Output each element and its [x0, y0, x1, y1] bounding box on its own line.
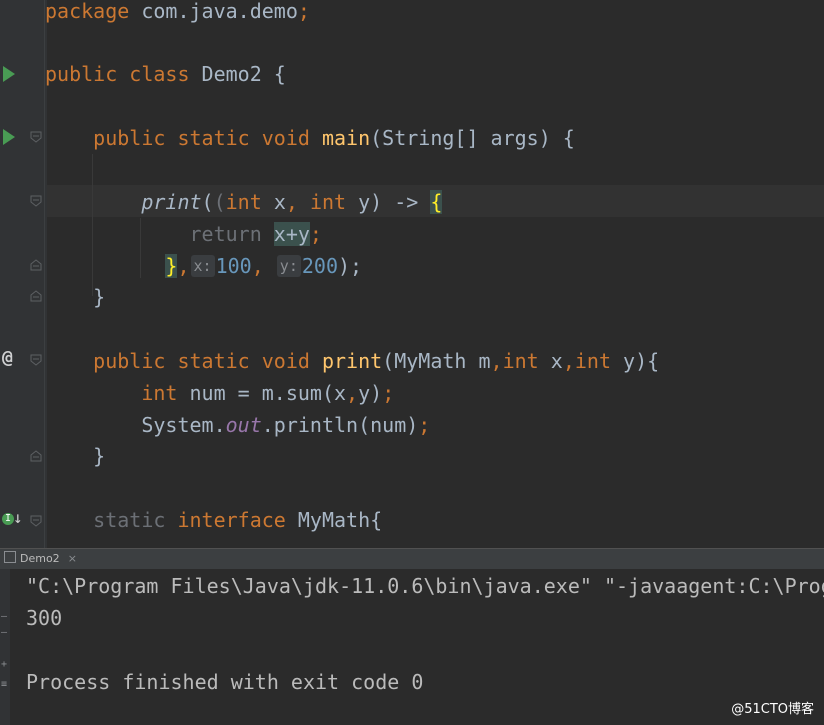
code-token: static — [45, 508, 178, 532]
code-token: int — [502, 349, 551, 373]
code-token: ( — [201, 190, 214, 214]
console-line-command: "C:\Program Files\Java\jdk-11.0.6\bin\ja… — [26, 574, 824, 598]
code-token: print — [321, 349, 383, 373]
code-token: public class — [45, 62, 202, 86]
run-config-icon — [4, 551, 16, 563]
code-token: x+y — [273, 222, 310, 246]
code-token: y) -> — [358, 190, 431, 214]
code-line[interactable]: public class Demo2 { — [45, 58, 286, 90]
code-line[interactable]: }, x: 100, y: 200); — [45, 250, 362, 282]
fold-minus-icon[interactable] — [30, 195, 42, 207]
code-token: (MyMath m — [382, 349, 491, 373]
code-token: ; — [382, 381, 395, 405]
code-line[interactable]: static interface MyMath{ — [45, 504, 382, 536]
code-token: main — [321, 126, 371, 150]
code-token: x — [273, 190, 286, 214]
code-line[interactable]: public static void print(MyMath m,int x,… — [45, 345, 659, 377]
code-token: (String[] args) { — [370, 126, 575, 150]
code-token: y){ — [623, 349, 660, 373]
code-token: , — [177, 254, 190, 278]
console-output[interactable]: — — + ≡ "C:\Program Files\Java\jdk-11.0.… — [0, 569, 824, 725]
code-token: 200 — [301, 254, 338, 278]
code-token: { — [430, 190, 443, 214]
code-token: print — [141, 190, 202, 214]
code-token: int — [574, 349, 624, 373]
code-token: interface — [177, 508, 298, 532]
console-gutter — [0, 569, 10, 725]
code-token: MyMath{ — [297, 508, 383, 532]
code-token: x — [550, 349, 563, 373]
code-token: , — [285, 190, 310, 214]
console-tool-icon[interactable]: — — [1, 611, 7, 622]
editor-gutter — [0, 0, 47, 548]
code-line[interactable]: return x+y; — [45, 218, 322, 250]
code-token: .println(num) — [261, 413, 419, 437]
code-token: System. — [45, 413, 226, 437]
code-token: public static void — [45, 349, 322, 373]
code-token: int — [45, 381, 190, 405]
fold-minus-icon[interactable] — [30, 515, 42, 527]
code-token: int — [309, 190, 359, 214]
code-token: com.java.demo — [141, 0, 298, 23]
console-line-exit: Process finished with exit code 0 — [26, 670, 424, 694]
arrow-down-icon: ↓ — [13, 508, 23, 527]
code-token: ); — [337, 254, 363, 278]
override-at-icon[interactable]: @ — [2, 347, 13, 368]
code-token: } — [45, 444, 106, 468]
code-editor[interactable]: @ I ↓ package com.java.demo; public class… — [0, 0, 824, 548]
fold-end-icon[interactable] — [30, 259, 42, 271]
code-token: ; — [418, 413, 431, 437]
fold-end-icon[interactable] — [30, 290, 42, 302]
code-line[interactable]: int num = m.sum(x,y); — [45, 377, 394, 409]
code-token: int — [225, 190, 274, 214]
code-line[interactable]: public static void main(String[] args) { — [45, 122, 575, 154]
code-line[interactable]: package com.java.demo; — [45, 0, 310, 27]
code-token: Demo2 { — [201, 62, 286, 86]
code-token: , — [490, 349, 503, 373]
close-tab-icon[interactable]: × — [68, 552, 77, 565]
code-line[interactable]: print((int x, int y) -> { — [45, 186, 443, 218]
parameter-hint: y: — [276, 255, 301, 277]
code-token: ; — [309, 222, 322, 246]
code-token: } — [165, 254, 178, 278]
run-tab-label: Demo2 — [20, 552, 60, 565]
code-token: num = m.sum(x — [189, 381, 347, 405]
console-tool-icon[interactable]: ≡ — [1, 679, 7, 690]
parameter-hint: x: — [190, 255, 215, 277]
run-main-icon[interactable] — [3, 129, 15, 145]
code-token: , — [562, 349, 575, 373]
code-line[interactable]: } — [45, 281, 105, 313]
console-tool-icon[interactable]: + — [1, 659, 7, 670]
fold-minus-icon[interactable] — [30, 354, 42, 366]
code-token: y) — [358, 381, 383, 405]
code-token: public static void — [45, 126, 322, 150]
watermark: @51CTO博客 — [731, 702, 814, 717]
code-token: package — [45, 0, 142, 23]
code-line[interactable]: } — [45, 440, 105, 472]
console-line-result: 300 — [26, 606, 63, 630]
code-token: } — [45, 285, 106, 309]
console-tool-icon[interactable]: — — [1, 627, 7, 638]
code-token: 100 — [215, 254, 252, 278]
code-token: out — [225, 413, 262, 437]
code-token: , — [346, 381, 359, 405]
run-class-icon[interactable] — [3, 66, 15, 82]
code-line[interactable]: System.out.println(num); — [45, 409, 430, 441]
fold-minus-icon[interactable] — [30, 131, 42, 143]
run-tool-window-header: Demo2 × — [0, 548, 824, 569]
code-token: , — [251, 254, 276, 278]
run-tab-demo2[interactable]: Demo2 × — [4, 549, 77, 569]
code-token: ( — [213, 190, 226, 214]
fold-end-icon[interactable] — [30, 450, 42, 462]
code-token: return — [45, 222, 274, 246]
code-token: ; — [297, 0, 310, 23]
